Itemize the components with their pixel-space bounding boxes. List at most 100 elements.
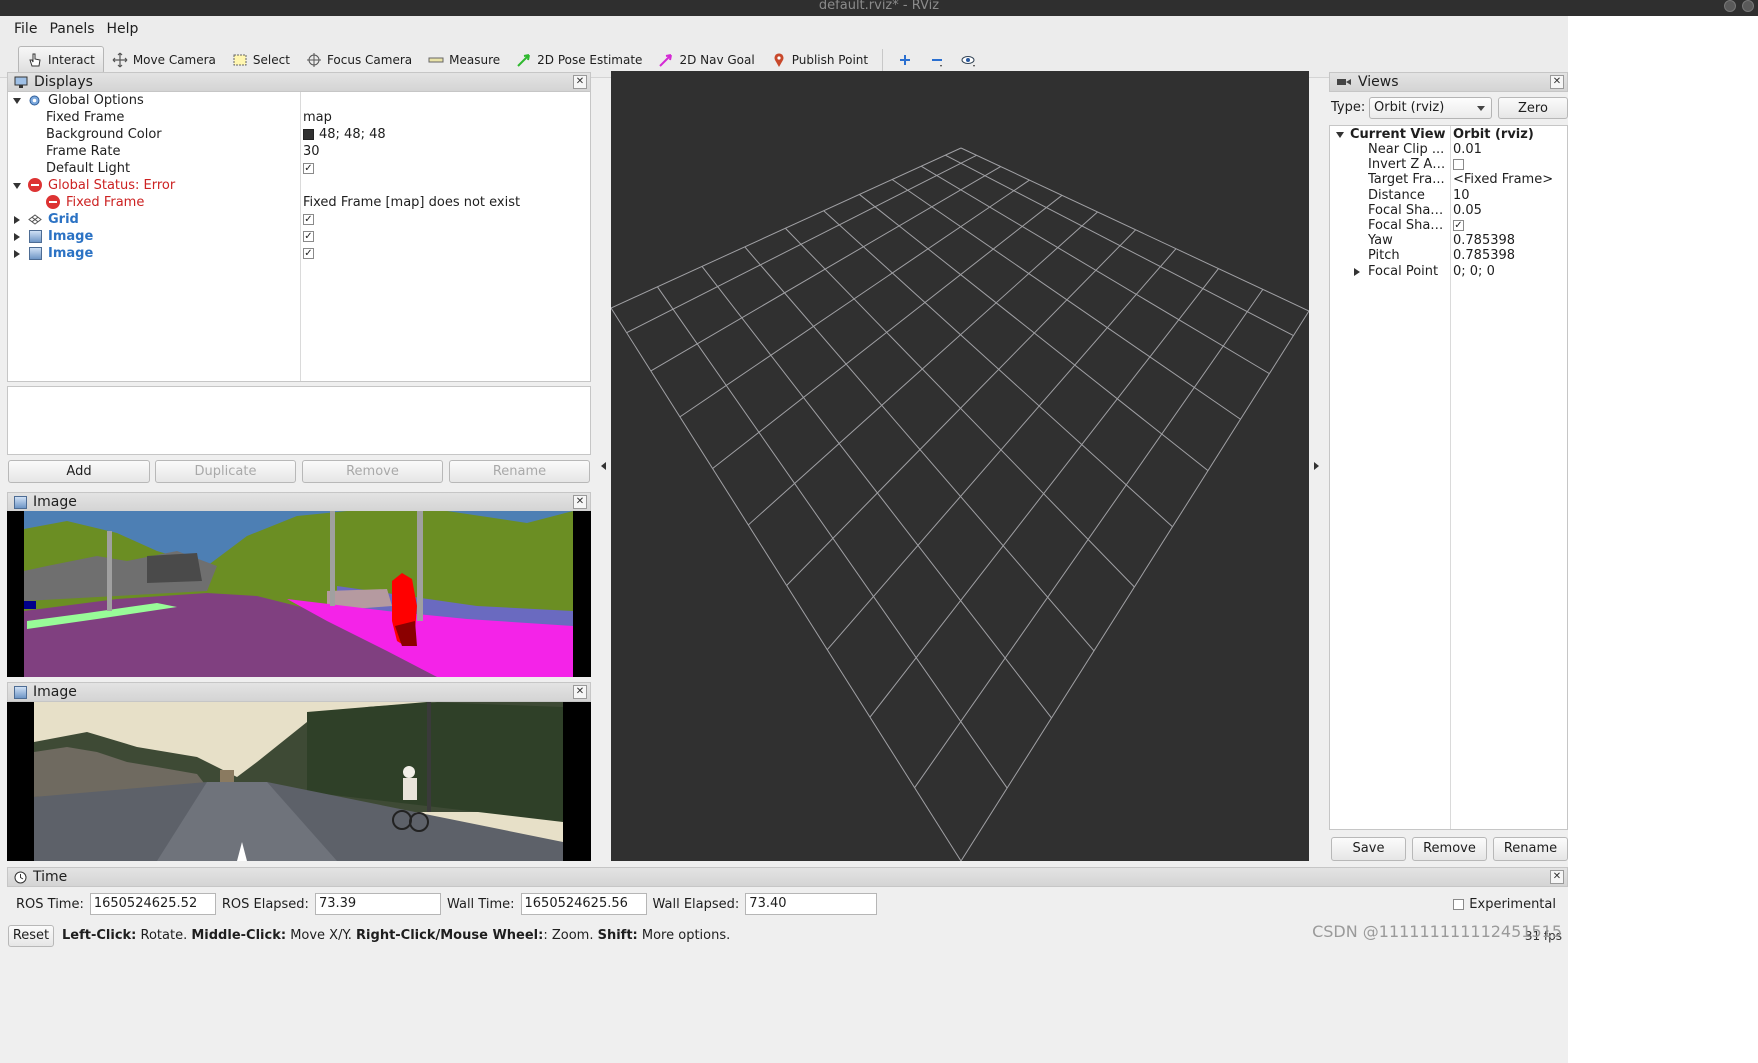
current-view-value: Orbit (rviz) bbox=[1453, 127, 1534, 142]
minimize-icon[interactable] bbox=[1724, 0, 1736, 12]
focus-crosshair-icon bbox=[306, 52, 321, 67]
minus-icon bbox=[932, 58, 943, 67]
status-fixed-frame-value: Fixed Frame [map] does not exist bbox=[303, 195, 521, 210]
view-property-value[interactable]: 0.05 bbox=[1453, 203, 1482, 218]
close-icon[interactable]: ✕ bbox=[1550, 75, 1564, 89]
left-dock-toggle-icon[interactable] bbox=[601, 462, 606, 470]
frame-rate-value[interactable]: 30 bbox=[303, 143, 320, 160]
view-type-select[interactable]: Orbit (rviz) bbox=[1369, 97, 1492, 119]
view-options-tool-button[interactable] bbox=[953, 46, 985, 74]
zero-view-button[interactable]: Zero bbox=[1498, 97, 1568, 119]
remove-view-button[interactable]: Remove bbox=[1412, 837, 1487, 861]
pose-estimate-tool-button[interactable]: 2D Pose Estimate bbox=[508, 46, 650, 74]
nav-goal-tool-button[interactable]: 2D Nav Goal bbox=[650, 46, 762, 74]
wall-elapsed-label: Wall Elapsed: bbox=[652, 896, 740, 912]
time-title: Time bbox=[33, 869, 68, 885]
render-3d-view[interactable] bbox=[610, 71, 1310, 862]
view-type-label: Type: bbox=[1331, 100, 1366, 115]
tree-row-background-color[interactable]: Background Color 48; 48; 48 bbox=[8, 126, 590, 143]
close-icon[interactable]: ✕ bbox=[1550, 870, 1564, 884]
tree-row-view-property[interactable]: Invert Z Axis bbox=[1330, 157, 1567, 172]
move-camera-tool-button[interactable]: Move Camera bbox=[104, 46, 224, 74]
save-view-button[interactable]: Save bbox=[1331, 837, 1406, 861]
view-property-value[interactable]: 0.785398 bbox=[1453, 233, 1515, 248]
interact-tool-button[interactable]: Interact bbox=[18, 45, 104, 74]
expand-arrow-icon[interactable] bbox=[13, 183, 21, 189]
expand-arrow-icon[interactable] bbox=[1336, 132, 1344, 138]
collapse-arrow-icon[interactable] bbox=[14, 216, 20, 224]
close-icon[interactable]: ✕ bbox=[573, 75, 587, 89]
tree-row-status-fixed-frame[interactable]: Fixed Frame Fixed Frame [map] does not e… bbox=[8, 194, 590, 211]
interact-label: Interact bbox=[48, 52, 95, 67]
wall-elapsed-field[interactable]: 73.40 bbox=[745, 893, 878, 915]
maximize-icon[interactable] bbox=[1742, 0, 1754, 12]
tree-row-fixed-frame[interactable]: Fixed Frame map bbox=[8, 109, 590, 126]
grid-line bbox=[610, 147, 962, 309]
tree-row-grid[interactable]: Grid ✓ bbox=[8, 211, 590, 228]
view-property-checkbox[interactable]: ✓ bbox=[1453, 220, 1464, 231]
collapse-arrow-icon[interactable] bbox=[14, 250, 20, 258]
collapse-arrow-icon[interactable] bbox=[14, 233, 20, 241]
view-property-value[interactable]: 0.01 bbox=[1453, 142, 1482, 157]
menu-file[interactable]: File bbox=[14, 21, 37, 37]
view-property-checkbox[interactable] bbox=[1453, 159, 1464, 171]
tree-row-current-view[interactable]: Current View Orbit (rviz) bbox=[1330, 127, 1567, 142]
collapse-arrow-icon[interactable] bbox=[1354, 267, 1360, 276]
shift-text: More options. bbox=[641, 928, 731, 943]
reset-button[interactable]: Reset bbox=[8, 924, 54, 947]
menu-panels[interactable]: Panels bbox=[49, 21, 94, 37]
tree-row-view-property[interactable]: Distance 10 bbox=[1330, 188, 1567, 203]
tree-row-view-property[interactable]: Focal Point 0; 0; 0 bbox=[1330, 264, 1567, 279]
tree-row-view-property[interactable]: Focal Shap... 0.05 bbox=[1330, 203, 1567, 218]
move-camera-label: Move Camera bbox=[132, 52, 216, 67]
tree-row-view-property[interactable]: Focal Shap... ✓ bbox=[1330, 218, 1567, 233]
duplicate-display-button[interactable]: Duplicate bbox=[155, 460, 296, 483]
tree-row-view-property[interactable]: Pitch 0.785398 bbox=[1330, 248, 1567, 263]
fixed-frame-value[interactable]: map bbox=[303, 109, 332, 126]
image-enabled-checkbox[interactable]: ✓ bbox=[303, 231, 314, 242]
tree-row-view-property[interactable]: Yaw 0.785398 bbox=[1330, 233, 1567, 248]
background-color-value: 48; 48; 48 bbox=[319, 127, 386, 142]
segmentation-image-panel-header: Image ✕ bbox=[7, 492, 591, 512]
add-tool-button[interactable] bbox=[889, 46, 921, 74]
remove-display-button[interactable]: Remove bbox=[302, 460, 443, 483]
view-property-value[interactable]: <Fixed Frame> bbox=[1453, 172, 1553, 187]
right-dock-toggle-icon[interactable] bbox=[1314, 462, 1319, 470]
wall-time-field[interactable]: 1650524625.56 bbox=[520, 893, 647, 915]
default-light-checkbox[interactable]: ✓ bbox=[303, 163, 314, 174]
remove-tool-button[interactable] bbox=[921, 46, 953, 74]
select-label: Select bbox=[252, 52, 290, 67]
view-property-value[interactable]: 0; 0; 0 bbox=[1453, 264, 1495, 279]
tree-row-image-2[interactable]: Image ✓ bbox=[8, 245, 590, 262]
grid-enabled-checkbox[interactable]: ✓ bbox=[303, 214, 314, 225]
view-property-label: Target Fra... bbox=[1368, 172, 1445, 188]
measure-tool-button[interactable]: Measure bbox=[420, 46, 508, 74]
tree-row-frame-rate[interactable]: Frame Rate 30 bbox=[8, 143, 590, 160]
ros-time-field[interactable]: 1650524625.52 bbox=[89, 893, 216, 915]
add-display-button[interactable]: Add bbox=[8, 460, 150, 483]
tree-row-view-property[interactable]: Target Fra... <Fixed Frame> bbox=[1330, 172, 1567, 187]
experimental-checkbox[interactable] bbox=[1453, 898, 1465, 910]
view-property-value[interactable]: 10 bbox=[1453, 188, 1470, 203]
rename-view-button[interactable]: Rename bbox=[1493, 837, 1568, 861]
tree-row-global-options[interactable]: Global Options bbox=[8, 92, 590, 109]
view-property-value[interactable]: 0.785398 bbox=[1453, 248, 1515, 263]
experimental-option[interactable]: Experimental bbox=[1453, 897, 1556, 912]
expand-arrow-icon[interactable] bbox=[13, 98, 21, 104]
close-icon[interactable]: ✕ bbox=[573, 495, 587, 509]
image-enabled-checkbox[interactable]: ✓ bbox=[303, 248, 314, 259]
tree-row-image-1[interactable]: Image ✓ bbox=[8, 228, 590, 245]
rename-display-button[interactable]: Rename bbox=[449, 460, 590, 483]
ros-elapsed-field[interactable]: 73.39 bbox=[314, 893, 441, 915]
tree-row-default-light[interactable]: Default Light ✓ bbox=[8, 160, 590, 177]
select-tool-button[interactable]: Select bbox=[224, 46, 298, 74]
tree-row-view-property[interactable]: Near Clip ... 0.01 bbox=[1330, 142, 1567, 157]
color-swatch[interactable] bbox=[303, 129, 314, 140]
background-color-field[interactable]: 48; 48; 48 bbox=[303, 126, 386, 143]
close-icon[interactable]: ✕ bbox=[573, 685, 587, 699]
menu-help[interactable]: Help bbox=[107, 21, 139, 37]
focus-camera-tool-button[interactable]: Focus Camera bbox=[298, 46, 420, 74]
publish-point-tool-button[interactable]: Publish Point bbox=[763, 46, 876, 74]
tree-row-global-status[interactable]: Global Status: Error bbox=[8, 177, 590, 194]
view-property-label: Yaw bbox=[1368, 233, 1393, 249]
